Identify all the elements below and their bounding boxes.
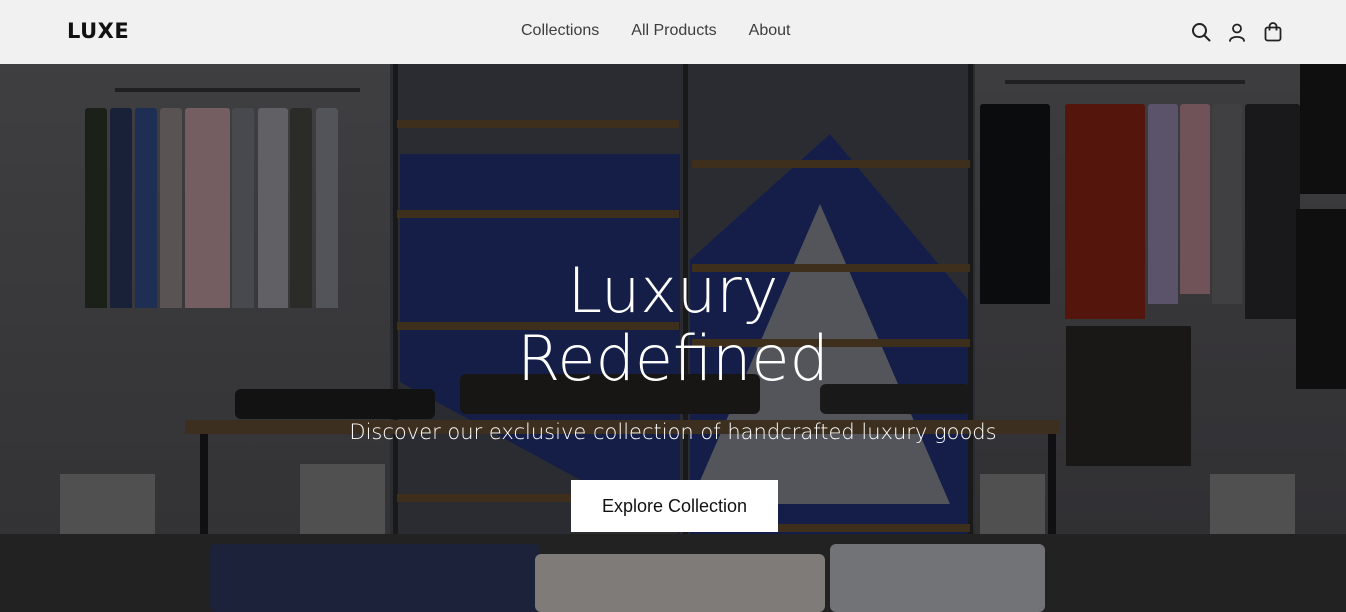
- brand-logo[interactable]: LUXE: [67, 19, 129, 43]
- top-nav: LUXE Collections All Products About: [0, 0, 1346, 64]
- nav-link-about[interactable]: About: [749, 22, 791, 40]
- hero-title-line-1: Luxury: [567, 254, 779, 327]
- search-icon[interactable]: [1190, 21, 1212, 43]
- cart-icon[interactable]: [1262, 21, 1284, 43]
- explore-collection-button[interactable]: Explore Collection: [571, 480, 778, 532]
- main-menu: Collections All Products About: [521, 22, 790, 40]
- user-icon[interactable]: [1226, 21, 1248, 43]
- nav-link-collections[interactable]: Collections: [521, 22, 599, 40]
- hero-subtitle: Discover our exclusive collection of han…: [349, 420, 997, 444]
- nav-actions: [1190, 21, 1284, 43]
- hero-title-line-2: Redefined: [517, 322, 829, 395]
- hero-section: Luxury Redefined Discover our exclusive …: [0, 64, 1346, 612]
- hero-title: Luxury Redefined: [0, 257, 1346, 393]
- nav-link-all-products[interactable]: All Products: [631, 22, 716, 40]
